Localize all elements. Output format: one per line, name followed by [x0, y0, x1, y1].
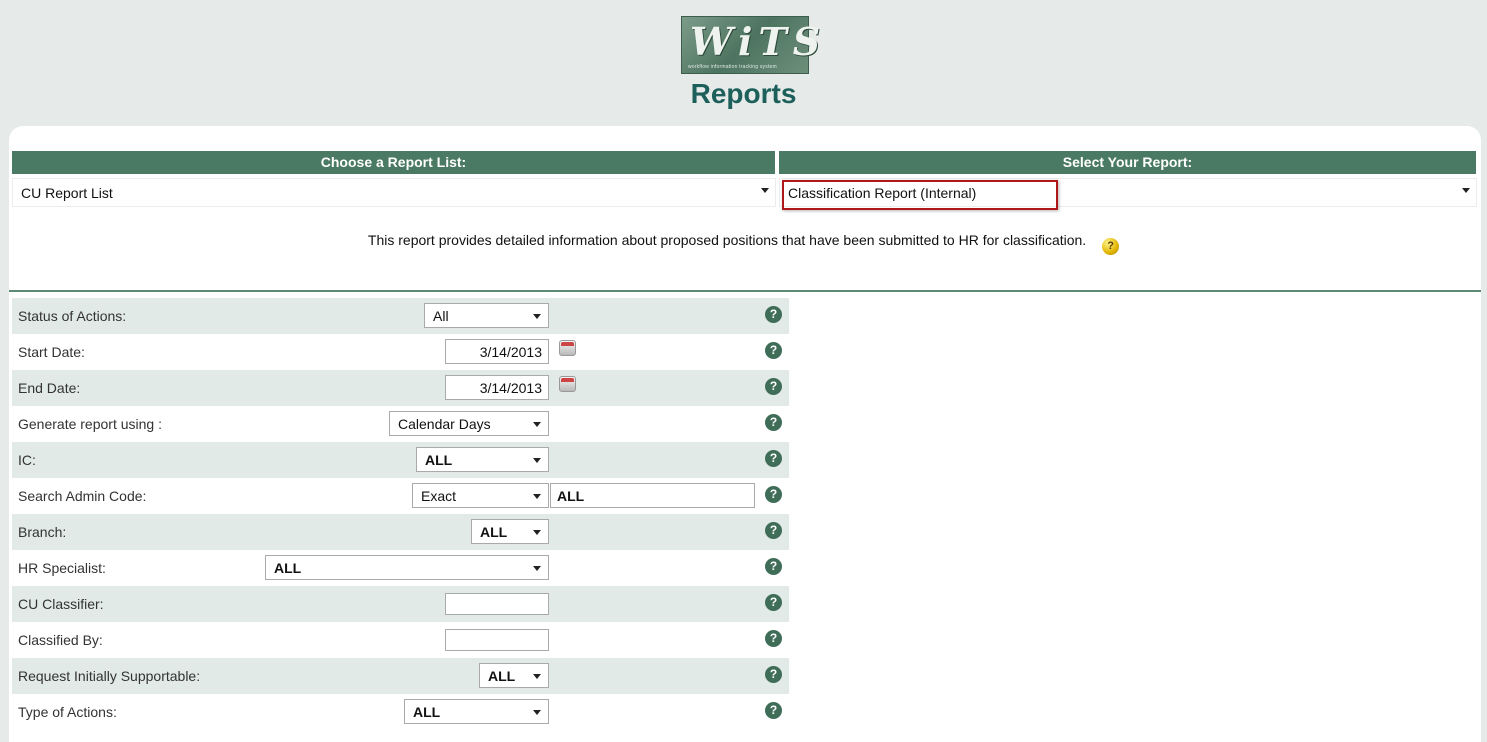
- admin-code-input[interactable]: ALL: [550, 483, 755, 508]
- start-date-row: Start Date: 3/14/2013 ?: [12, 334, 789, 370]
- classified-by-row: Classified By: ?: [12, 622, 789, 658]
- type-of-actions-row: Type of Actions: ALL ?: [12, 694, 789, 730]
- admin-code-match-value: Exact: [421, 488, 457, 504]
- generate-using-row: Generate report using : Calendar Days ?: [12, 406, 789, 442]
- ic-select[interactable]: ALL: [416, 447, 549, 472]
- generate-using-label: Generate report using :: [18, 416, 162, 432]
- classified-by-label: Classified By:: [18, 632, 103, 648]
- hr-specialist-row: HR Specialist: ALL ?: [12, 550, 789, 586]
- start-date-input[interactable]: 3/14/2013: [445, 339, 549, 364]
- page-title: Reports: [690, 78, 797, 109]
- help-icon[interactable]: ?: [765, 414, 782, 431]
- chevron-down-icon: [533, 566, 541, 571]
- report-description: This report provides detailed informatio…: [0, 232, 1487, 255]
- cu-classifier-input[interactable]: [445, 593, 549, 615]
- admin-code-match-select[interactable]: Exact: [412, 483, 549, 508]
- type-of-actions-label: Type of Actions:: [18, 704, 117, 720]
- branch-value: ALL: [480, 524, 508, 540]
- branch-label: Branch:: [18, 524, 67, 540]
- search-admin-code-row: Search Admin Code: Exact ALL ?: [12, 478, 789, 514]
- type-of-actions-select[interactable]: ALL: [404, 699, 549, 724]
- start-date-value: 3/14/2013: [479, 344, 542, 360]
- logo-text: WiTS: [690, 19, 827, 64]
- calendar-icon[interactable]: [559, 340, 576, 356]
- ic-label: IC:: [18, 452, 36, 468]
- help-icon[interactable]: ?: [765, 342, 782, 359]
- chevron-down-icon: [761, 188, 769, 193]
- report-list-header: Choose a Report List:: [12, 151, 775, 174]
- chevron-down-icon: [533, 710, 541, 715]
- status-of-actions-row: Status of Actions: All ?: [12, 298, 789, 334]
- chevron-down-icon: [533, 494, 541, 499]
- generate-using-value: Calendar Days: [398, 416, 491, 432]
- status-of-actions-select[interactable]: All: [424, 303, 549, 328]
- calendar-icon[interactable]: [559, 376, 576, 392]
- chevron-down-icon: [533, 530, 541, 535]
- help-icon[interactable]: ?: [765, 666, 782, 683]
- report-select-header: Select Your Report:: [779, 151, 1476, 174]
- chevron-down-icon: [533, 674, 541, 679]
- logo-subtitle: workflow information tracking system: [688, 64, 777, 70]
- branch-select[interactable]: ALL: [471, 519, 549, 544]
- branch-row: Branch: ALL ?: [12, 514, 789, 550]
- status-of-actions-value: All: [433, 308, 449, 324]
- help-icon[interactable]: ?: [765, 306, 782, 323]
- search-admin-code-label: Search Admin Code:: [18, 488, 147, 504]
- help-icon[interactable]: ?: [765, 486, 782, 503]
- end-date-label: End Date:: [18, 380, 81, 396]
- chevron-down-icon: [533, 458, 541, 463]
- help-icon[interactable]: ?: [765, 450, 782, 467]
- help-icon[interactable]: ?: [765, 522, 782, 539]
- request-supportable-label: Request Initially Supportable:: [18, 668, 201, 684]
- end-date-input[interactable]: 3/14/2013: [445, 375, 549, 400]
- type-of-actions-value: ALL: [413, 704, 441, 720]
- divider: [9, 290, 1481, 292]
- chevron-down-icon: [533, 314, 541, 319]
- help-icon[interactable]: ?: [765, 702, 782, 719]
- help-icon[interactable]: ?: [765, 594, 782, 611]
- chevron-down-icon: [533, 422, 541, 427]
- report-list-value: CU Report List: [21, 185, 113, 201]
- start-date-label: Start Date:: [18, 344, 85, 360]
- report-description-text: This report provides detailed informatio…: [367, 232, 1087, 248]
- request-supportable-select[interactable]: ALL: [479, 663, 549, 688]
- hr-specialist-value: ALL: [274, 560, 302, 576]
- wits-logo: WiTS workflow information tracking syste…: [681, 16, 820, 76]
- cu-classifier-row: CU Classifier: ?: [12, 586, 789, 622]
- ic-row: IC: ALL ?: [12, 442, 789, 478]
- request-supportable-value: ALL: [488, 668, 516, 684]
- report-select-value: Classification Report (Internal): [788, 185, 977, 201]
- generate-using-select[interactable]: Calendar Days: [389, 411, 549, 436]
- help-icon[interactable]: ?: [765, 630, 782, 647]
- end-date-row: End Date: 3/14/2013 ?: [12, 370, 789, 406]
- cu-classifier-label: CU Classifier:: [18, 596, 104, 612]
- admin-code-value: ALL: [557, 488, 585, 504]
- end-date-value: 3/14/2013: [479, 380, 542, 396]
- hr-specialist-label: HR Specialist:: [18, 560, 106, 576]
- report-select-dropdown[interactable]: Classification Report (Internal): [779, 178, 1477, 210]
- ic-value: ALL: [425, 452, 453, 468]
- classified-by-input[interactable]: [445, 629, 549, 651]
- hr-specialist-select[interactable]: ALL: [265, 555, 549, 580]
- request-supportable-row: Request Initially Supportable: ALL ?: [12, 658, 789, 694]
- help-icon[interactable]: ?: [765, 558, 782, 575]
- chevron-down-icon: [1462, 188, 1470, 193]
- status-of-actions-label: Status of Actions:: [18, 308, 127, 324]
- report-help-icon[interactable]: ?: [1102, 238, 1120, 255]
- report-list-dropdown[interactable]: CU Report List: [12, 178, 776, 207]
- help-icon[interactable]: ?: [765, 378, 782, 395]
